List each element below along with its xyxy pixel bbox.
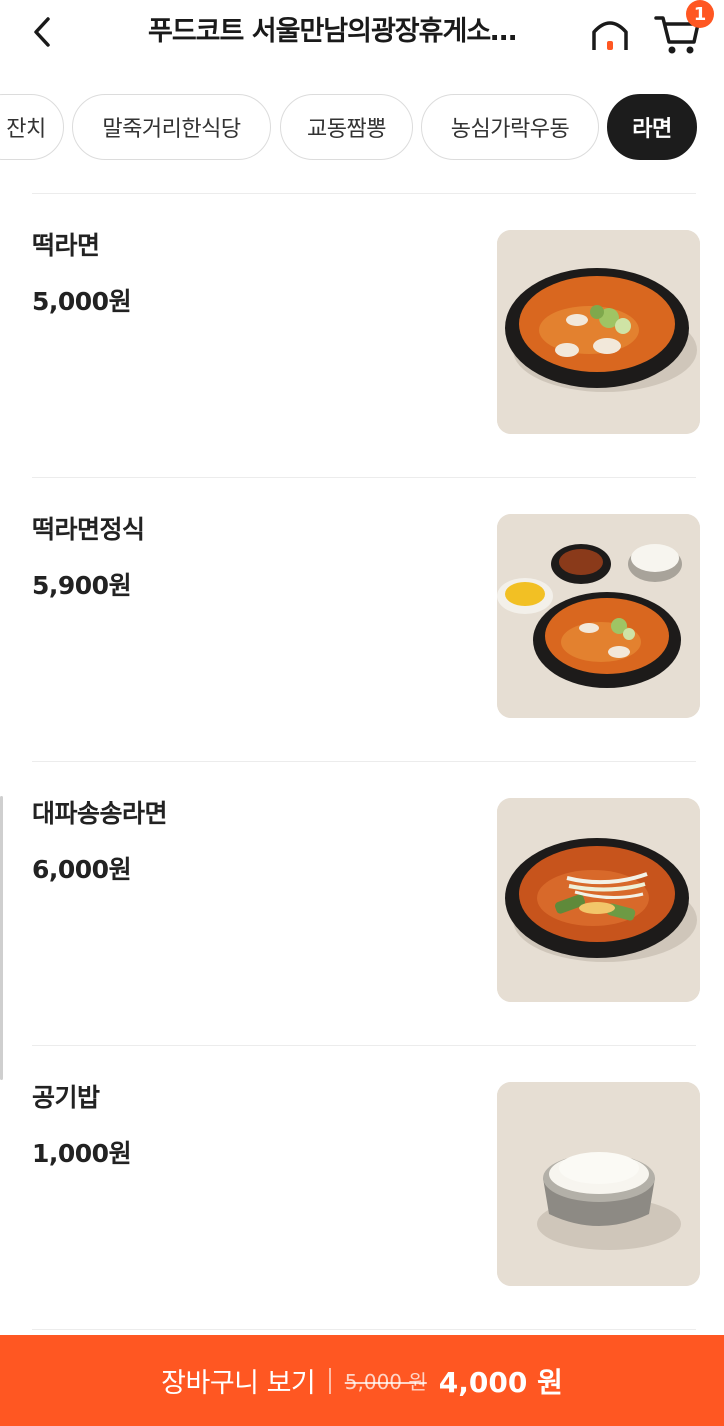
menu-item-rice[interactable]: 공기밥 1,000원 <box>0 1046 724 1330</box>
tab-janchi[interactable]: 잔치 <box>0 94 64 160</box>
view-cart-label: 장바구니 보기 <box>161 1368 316 1399</box>
separator <box>329 1367 331 1394</box>
green-onion-ramen-image <box>497 798 700 1002</box>
menu-item-name: 떡라면정식 <box>32 515 145 544</box>
menu-item-green-onion-ramen[interactable]: 대파송송라면 6,000원 <box>0 762 724 1046</box>
back-button[interactable] <box>22 12 62 52</box>
rice-bowl-image <box>497 1082 700 1286</box>
menu-item-tteok-ramen[interactable]: 떡라면 5,000원 <box>0 194 724 478</box>
menu-item-name: 대파송송라면 <box>32 799 168 828</box>
cart-count-badge: 1 <box>686 0 714 28</box>
app-header: 푸드코트 서울만남의광장휴게소… 1 <box>0 0 724 68</box>
menu-item-price: 1,000원 <box>32 1139 132 1168</box>
final-price: 4,000 원 <box>438 1365 563 1399</box>
page-title: 푸드코트 서울만남의광장휴게소… <box>148 16 517 47</box>
original-price: 5,000 원 <box>344 1370 427 1394</box>
menu-item-price: 5,000원 <box>32 287 132 316</box>
menu-item-tteok-ramen-set[interactable]: 떡라면정식 5,900원 <box>0 478 724 762</box>
view-cart-button[interactable]: 장바구니 보기 5,000 원 4,000 원 <box>0 1335 724 1426</box>
tab-label: 잔치 <box>6 117 46 142</box>
ramen-set-meal-image <box>497 514 700 718</box>
tab-ramen[interactable]: 라면 <box>607 94 697 160</box>
chevron-left-icon <box>34 17 50 47</box>
spicy-ramen-bowl-image <box>497 230 700 434</box>
menu-item-name: 떡라면 <box>32 231 100 260</box>
menu-item-name: 공기밥 <box>32 1083 100 1112</box>
scroll-indicator[interactable] <box>0 796 3 1080</box>
category-tabs: 잔치 말죽거리한식당 교동짬뽕 농심가락우동 라면 <box>0 94 724 162</box>
tab-label: 교동짬뽕 <box>307 117 386 142</box>
tab-nongshim[interactable]: 농심가락우동 <box>421 94 599 160</box>
home-icon <box>592 21 628 50</box>
menu-item-price: 5,900원 <box>32 571 132 600</box>
tab-gyodong[interactable]: 교동짬뽕 <box>280 94 413 160</box>
divider <box>32 1329 696 1330</box>
home-button[interactable] <box>588 12 632 56</box>
tab-label: 농심가락우동 <box>450 117 570 142</box>
tab-label: 말죽거리한식당 <box>102 117 241 142</box>
menu-item-price: 6,000원 <box>32 855 132 884</box>
tab-maljukgeori[interactable]: 말죽거리한식당 <box>72 94 271 160</box>
tab-label: 라면 <box>632 117 672 142</box>
